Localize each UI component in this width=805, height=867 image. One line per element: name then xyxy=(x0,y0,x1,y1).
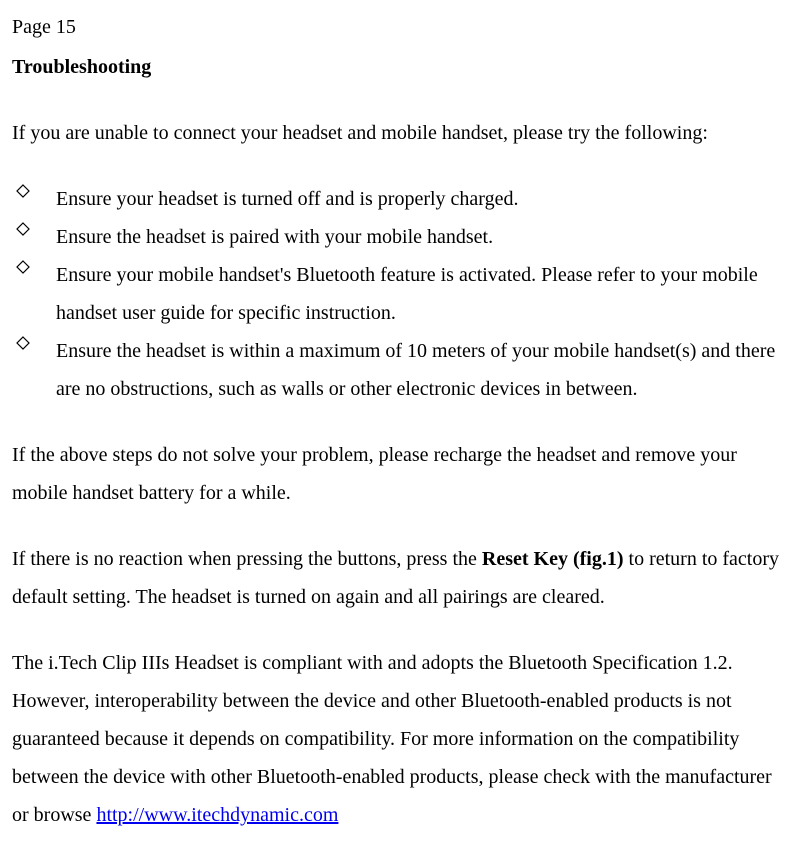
troubleshooting-list: Ensure your headset is turned off and is… xyxy=(12,180,793,408)
manufacturer-link[interactable]: http://www.itechdynamic.com xyxy=(96,804,338,826)
compliance-text: The i.Tech Clip IIIs Headset is complian… xyxy=(12,652,772,826)
reset-text-before: If there is no reaction when pressing th… xyxy=(12,548,482,570)
diamond-icon xyxy=(16,222,30,236)
page-number: Page 15 xyxy=(12,8,793,46)
list-item-text: Ensure the headset is paired with your m… xyxy=(56,226,493,248)
diamond-icon xyxy=(16,336,30,350)
diamond-icon xyxy=(16,260,30,274)
followup-paragraph: If the above steps do not solve your pro… xyxy=(12,436,793,512)
list-item-text: Ensure your mobile handset's Bluetooth f… xyxy=(56,264,758,324)
list-item: Ensure your headset is turned off and is… xyxy=(12,180,793,218)
compliance-paragraph: The i.Tech Clip IIIs Headset is complian… xyxy=(12,644,793,834)
list-item-text: Ensure your headset is turned off and is… xyxy=(56,188,518,210)
list-item: Ensure your mobile handset's Bluetooth f… xyxy=(12,256,793,332)
list-item: Ensure the headset is within a maximum o… xyxy=(12,332,793,408)
diamond-icon xyxy=(16,184,30,198)
list-item: Ensure the headset is paired with your m… xyxy=(12,218,793,256)
intro-paragraph: If you are unable to connect your headse… xyxy=(12,114,793,152)
list-item-text: Ensure the headset is within a maximum o… xyxy=(56,340,775,400)
reset-paragraph: If there is no reaction when pressing th… xyxy=(12,540,793,616)
section-heading: Troubleshooting xyxy=(12,48,793,86)
reset-key-bold: Reset Key (fig.1) xyxy=(482,548,624,570)
